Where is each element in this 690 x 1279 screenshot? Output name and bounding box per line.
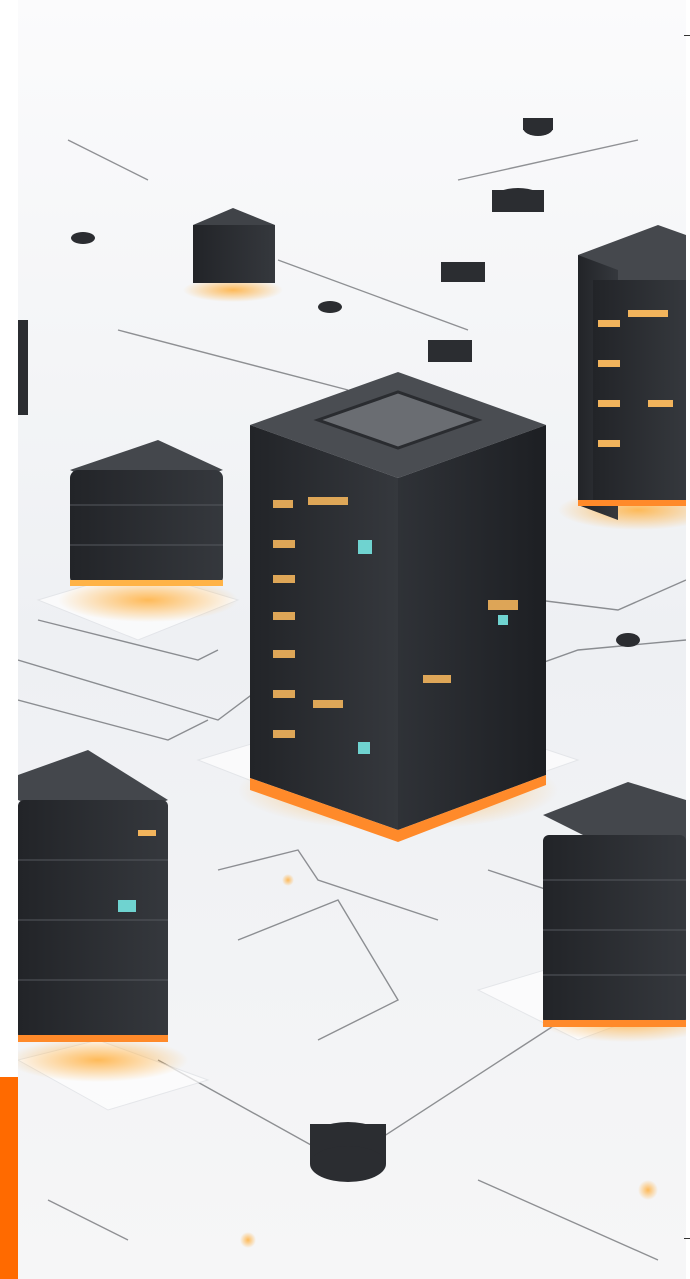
accent-bar xyxy=(0,1077,18,1279)
corner-mark-top xyxy=(684,35,690,36)
server-illustration xyxy=(18,0,686,1279)
hero-image-frame xyxy=(0,0,690,1279)
corner-mark-bottom xyxy=(684,1238,690,1239)
